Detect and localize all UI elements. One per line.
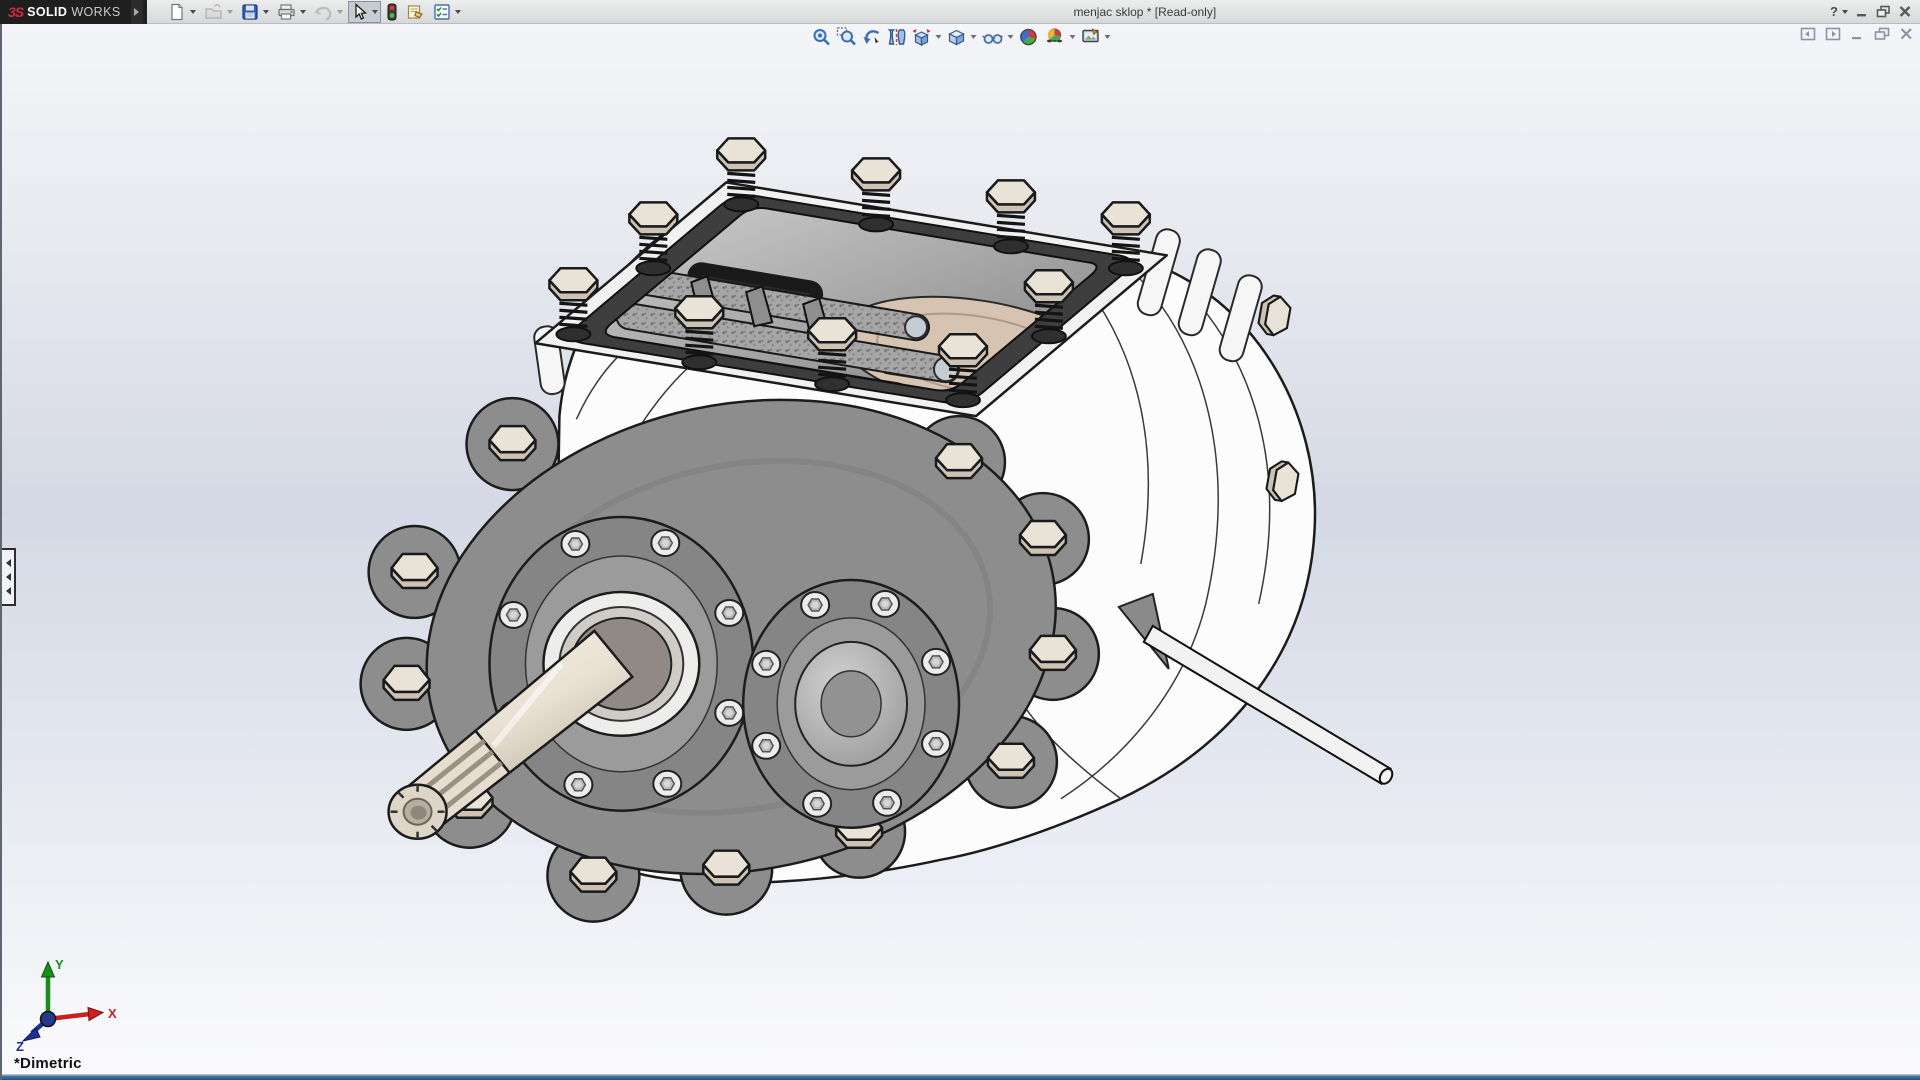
chevron-left-icon — [6, 573, 11, 581]
restore-icon — [1874, 27, 1890, 41]
dropdown-caret[interactable] — [971, 35, 977, 39]
graphics-area[interactable]: Y X Z *Dimetric — [0, 24, 1920, 1080]
hide-show-items-button[interactable] — [982, 27, 1014, 47]
chevron-right-icon — [134, 8, 139, 16]
minimize-icon — [1855, 5, 1869, 18]
pane-right-button[interactable] — [1825, 27, 1841, 41]
help-icon: ? — [1830, 4, 1838, 19]
display-style-button[interactable] — [947, 27, 977, 47]
menu-expand-arrow[interactable] — [131, 0, 143, 24]
zoom-to-area-icon — [837, 27, 857, 47]
minimize-icon — [1850, 27, 1865, 41]
taskbar-edge — [2, 1074, 1920, 1080]
gearbox-assembly-3d-model[interactable] — [2, 24, 1920, 1080]
select-button[interactable] — [348, 1, 381, 23]
dropdown-caret[interactable] — [300, 10, 306, 14]
zoom-to-fit-button[interactable] — [812, 27, 832, 47]
display-style-icon — [947, 27, 967, 47]
printer-icon — [277, 3, 296, 21]
dropdown-caret[interactable] — [455, 10, 461, 14]
view-orientation-label: *Dimetric — [14, 1055, 82, 1072]
triad-y-label: Y — [55, 957, 64, 972]
dassault-3s-logo-icon: 3S — [8, 4, 23, 20]
doc-close-button[interactable] — [1899, 27, 1914, 41]
dropdown-caret[interactable] — [1842, 10, 1848, 14]
section-view-icon — [887, 27, 907, 47]
doc-minimize-button[interactable] — [1850, 27, 1865, 41]
minimize-button[interactable] — [1855, 5, 1869, 18]
open-button[interactable] — [201, 1, 236, 23]
zoom-to-fit-icon — [812, 27, 832, 47]
dropdown-caret[interactable] — [1105, 35, 1111, 39]
dropdown-caret[interactable] — [227, 10, 233, 14]
headsup-view-toolbar — [806, 26, 1117, 48]
save-button[interactable] — [238, 1, 272, 23]
undo-button[interactable] — [311, 1, 346, 23]
right-bearing-cover — [743, 580, 959, 828]
dropdown-caret[interactable] — [190, 10, 196, 14]
standard-toolbar — [147, 1, 464, 23]
solidworks-window: 3S SOLID WORKS — [0, 0, 1920, 1080]
chevron-left-icon — [6, 559, 11, 567]
print-button[interactable] — [274, 1, 309, 23]
pane-collapse-left-icon — [1800, 27, 1816, 41]
document-window-controls — [1800, 27, 1914, 41]
previous-view-icon — [862, 27, 882, 47]
dropdown-caret[interactable] — [1008, 35, 1014, 39]
rgb-sphere-icon — [1019, 27, 1039, 47]
close-button[interactable] — [1898, 5, 1912, 18]
dropdown-caret[interactable] — [1070, 35, 1076, 39]
save-floppy-icon — [241, 3, 259, 21]
dropdown-caret[interactable] — [372, 10, 378, 14]
options-checklist-icon — [433, 3, 451, 21]
brand-text-works: WORKS — [71, 5, 120, 19]
pane-left-button[interactable] — [1800, 27, 1816, 41]
zoom-to-area-button[interactable] — [837, 27, 857, 47]
window-controls: ? — [1826, 4, 1920, 19]
select-cursor-icon — [351, 3, 368, 21]
new-button[interactable] — [165, 1, 199, 23]
help-button[interactable]: ? — [1830, 4, 1848, 19]
doc-restore-button[interactable] — [1874, 27, 1890, 41]
options-button[interactable] — [430, 1, 464, 23]
view-settings-icon — [1081, 27, 1101, 47]
close-icon — [1899, 27, 1914, 41]
undo-arrow-icon — [314, 3, 333, 21]
file-properties-button[interactable] — [403, 1, 428, 23]
apply-scene-icon — [1044, 27, 1066, 47]
edit-appearance-button[interactable] — [1019, 27, 1039, 47]
section-view-button[interactable] — [887, 27, 907, 47]
previous-view-button[interactable] — [862, 27, 882, 47]
restore-icon — [1876, 5, 1891, 18]
rebuild-button[interactable] — [383, 1, 401, 23]
restore-button[interactable] — [1876, 5, 1891, 18]
featuremanager-flyout-tab[interactable] — [2, 548, 16, 606]
triad-z-label: Z — [16, 1039, 24, 1052]
view-orientation-button[interactable] — [912, 27, 942, 47]
close-icon — [1898, 5, 1912, 18]
view-orientation-icon — [912, 27, 932, 47]
solidworks-logo: 3S SOLID WORKS — [0, 0, 147, 24]
window-title: menjac sklop * [Read-only] — [464, 5, 1826, 19]
titlebar: 3S SOLID WORKS — [0, 0, 1920, 24]
dropdown-caret[interactable] — [263, 10, 269, 14]
open-folder-icon — [204, 3, 223, 21]
pane-collapse-right-icon — [1825, 27, 1841, 41]
dropdown-caret[interactable] — [936, 35, 942, 39]
view-settings-button[interactable] — [1081, 27, 1111, 47]
triad-x-label: X — [108, 1006, 117, 1021]
new-document-icon — [168, 3, 186, 21]
brand-text-solid: SOLID — [27, 5, 67, 19]
eyeglasses-icon — [982, 27, 1004, 47]
chevron-left-icon — [6, 587, 11, 595]
apply-scene-button[interactable] — [1044, 27, 1076, 47]
reference-triad: Y X Z — [10, 957, 130, 1052]
file-properties-icon — [406, 3, 425, 21]
dropdown-caret[interactable] — [337, 10, 343, 14]
traffic-light-icon — [386, 3, 398, 21]
